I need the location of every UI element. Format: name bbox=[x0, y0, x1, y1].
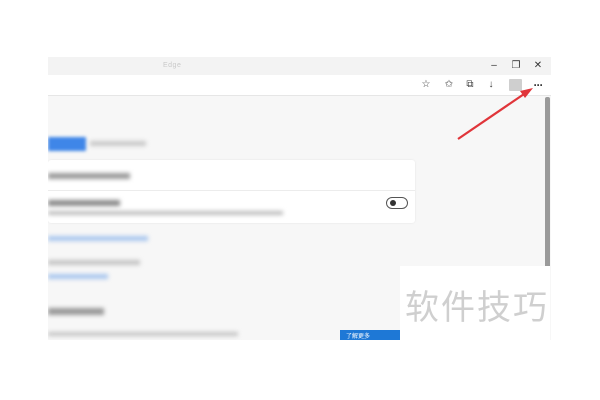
arrow-line bbox=[457, 91, 528, 140]
annotation-arrow bbox=[457, 88, 533, 140]
